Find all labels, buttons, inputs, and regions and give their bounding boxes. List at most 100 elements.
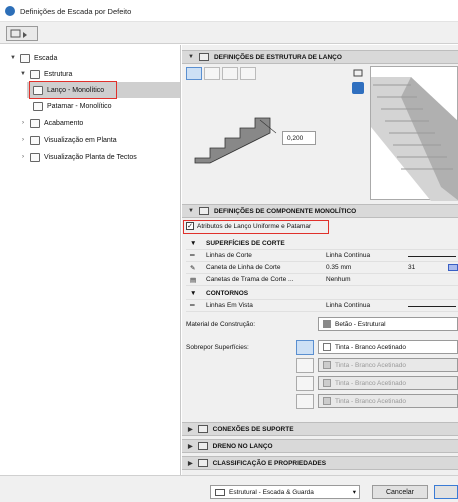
chevron-right-icon[interactable]: › [20,137,26,143]
surface-swatch [323,361,331,369]
chevron-down-icon: ▼ [190,290,197,297]
surface-field-1[interactable]: Tinta - Branco Acetinado [318,340,458,354]
row-label: Linhas de Corte [206,252,252,259]
line-type-icon: ═ [190,302,195,309]
tree-label: Visualização Planta de Tectos [44,153,137,161]
row-trama[interactable]: ▤ Canetas de Trama de Corte ... Nenhum [186,274,458,286]
material-value: Betão - Estrutural [335,320,386,328]
landing-icon [33,101,43,111]
support-icon [197,425,208,433]
stair-section-diagram [194,117,277,164]
row-caneta[interactable]: ✎ Caneta de Linha de Corte 0.35 mm 31 [186,262,458,274]
surface-swatch [323,379,331,387]
section-dreno-header[interactable]: ▶ DRENO NO LANÇO [182,439,458,453]
tree-label: Escada [34,54,58,62]
row-value[interactable]: Linha Contínua [326,302,370,309]
tree-item-vis-tectos[interactable]: › Visualização Planta de Tectos [20,149,137,165]
pen-number[interactable]: 31 [408,264,415,271]
drain-icon [197,442,208,450]
chevron-right-icon[interactable]: › [20,154,26,160]
section-title: CLASSIFICAÇÃO E PROPRIEDADES [212,459,327,467]
chevron-down-icon: ▾ [352,489,356,496]
tree-label: Estrutura [44,70,73,78]
tree-item-acabamento[interactable]: › Acabamento [20,115,83,131]
sobrepor-label: Sobrepor Superfícies: [186,344,249,351]
surface-field-4[interactable]: Tinta - Branco Acetinado [318,394,458,408]
row-label: Linhas Em Vista [206,302,253,309]
section-classificacao-header[interactable]: ▶ CLASSIFICAÇÃO E PROPRIEDADES [182,456,458,470]
window-title: Definições de Escada por Defeito [20,7,132,16]
surface-value: Tinta - Branco Acetinado [335,361,406,369]
layer-select[interactable]: Estrutural - Escada & Guarda ▾ [210,485,360,499]
pen-icon: ✎ [190,264,196,272]
section-title: DRENO NO LANÇO [212,442,273,450]
row-linhas-vista[interactable]: ═ Linhas Em Vista Linha Contínua [186,300,458,312]
chevron-right-icon: ▶ [188,426,193,433]
surface-swatch [323,397,331,405]
structure-type-3[interactable] [222,67,238,80]
group-header-contornos[interactable]: ▼ CONTORNOS [186,288,458,300]
preview-3d-icon[interactable] [352,82,364,94]
chevron-right-icon[interactable]: › [20,120,26,126]
chevron-down-icon[interactable]: ▼ [10,55,16,61]
line-type-icon: ═ [190,252,195,259]
stair-icon [20,53,30,63]
chevron-down-icon[interactable]: ▼ [20,71,26,77]
surface-field-3[interactable]: Tinta - Branco Acetinado [318,376,458,390]
row-label: Caneta de Linha de Corte [206,264,281,271]
tree-item-estrutura[interactable]: ▼ Estrutura [20,66,72,82]
group-title: SUPERFÍCIES DE CORTE [206,240,285,247]
title-bar: Definições de Escada por Defeito [0,0,458,22]
plan-icon [30,135,40,145]
surface-side-2-button[interactable] [296,358,314,373]
thickness-input[interactable]: 0,200 [282,131,316,145]
row-label: Canetas de Trama de Corte ... [206,276,294,283]
surface-field-2[interactable]: Tinta - Branco Acetinado [318,358,458,372]
preview-mode-icon[interactable] [352,68,364,78]
surface-value: Tinta - Branco Acetinado [335,379,406,387]
highlight-box [183,220,329,234]
section-componente-header[interactable]: ▼ DEFINIÇÕES DE COMPONENTE MONOLÍTICO [182,204,458,218]
row-value[interactable]: Linha Contínua [326,252,370,259]
surface-side-1-button[interactable] [296,340,314,355]
chevron-right-icon: ▶ [188,443,193,450]
tree-item-vis-planta[interactable]: › Visualização em Planta [20,132,117,148]
stair-3d-preview [370,66,458,201]
ok-button[interactable] [434,485,458,499]
structure-type-4[interactable] [240,67,256,80]
tree-item-escada[interactable]: ▼ Escada [10,50,57,66]
pen-color-swatch[interactable] [448,264,458,271]
section-title: DEFINIÇÕES DE ESTRUTURA DE LANÇO [213,53,342,61]
chevron-down-icon: ▼ [188,208,194,214]
tree-label: Patamar - Monolítico [47,102,112,110]
row-linhas-corte[interactable]: ═ Linhas de Corte Linha Contínua [186,250,458,262]
section-title: CONEXÕES DE SUPORTE [212,425,294,433]
tree-item-patamar[interactable]: Patamar - Monolítico [33,98,112,114]
surface-value: Tinta - Branco Acetinado [335,397,406,405]
chevron-down-icon: ▼ [190,240,197,247]
material-field[interactable]: Betão - Estrutural [318,317,458,331]
tree-label: Acabamento [44,119,84,127]
structure-type-buttons [186,67,266,81]
row-value[interactable]: Nenhum [326,276,351,283]
finish-icon [30,118,40,128]
structure-type-1[interactable] [186,67,202,80]
app-icon [5,6,15,16]
stair-icon [198,53,209,61]
section-estrutura-header[interactable]: ▼ DEFINIÇÕES DE ESTRUTURA DE LANÇO [182,50,458,64]
line-preview [408,306,456,307]
section-suporte-header[interactable]: ▶ CONEXÕES DE SUPORTE [182,422,458,436]
row-value[interactable]: 0.35 mm [326,264,351,271]
ceiling-plan-icon [30,152,40,162]
structure-icon [30,69,40,79]
surface-side-4-button[interactable] [296,394,314,409]
tree-label: Visualização em Planta [44,136,117,144]
favorites-icon [10,29,27,38]
structure-type-2[interactable] [204,67,220,80]
favorites-button[interactable] [6,26,38,41]
surface-side-3-button[interactable] [296,376,314,391]
cancel-button[interactable]: Cancelar [372,485,428,499]
layer-value: Estrutural - Escada & Guarda [229,488,314,496]
section-title: DEFINIÇÕES DE COMPONENTE MONOLÍTICO [213,207,357,215]
group-header-corte[interactable]: ▼ SUPERFÍCIES DE CORTE [186,238,458,250]
